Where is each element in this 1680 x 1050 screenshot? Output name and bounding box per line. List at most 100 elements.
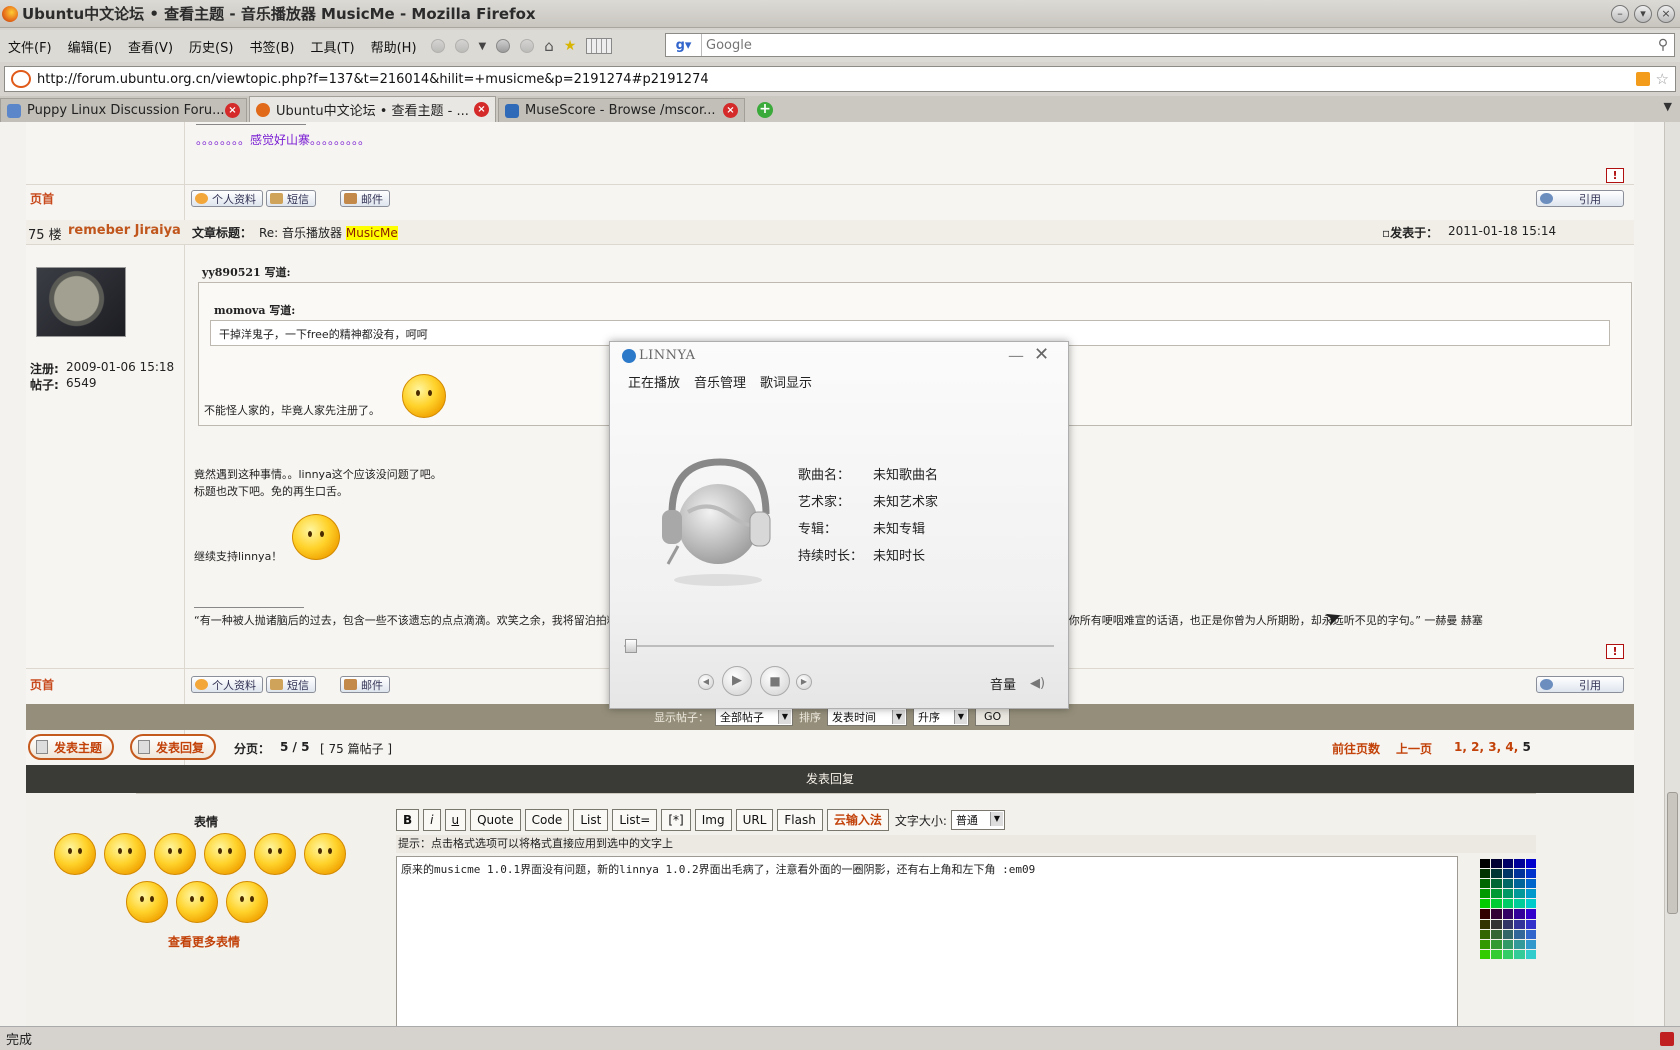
underline-button[interactable]: u bbox=[444, 809, 467, 831]
color-swatch[interactable] bbox=[1491, 939, 1502, 949]
close-icon[interactable]: × bbox=[1657, 5, 1675, 23]
color-swatch[interactable] bbox=[1480, 899, 1491, 909]
color-swatch[interactable] bbox=[1480, 869, 1491, 879]
color-swatch[interactable] bbox=[1491, 869, 1502, 879]
laugh-emoticon-icon[interactable] bbox=[204, 833, 246, 875]
color-swatch[interactable] bbox=[1514, 859, 1525, 869]
italic-button[interactable]: i bbox=[423, 809, 441, 831]
color-swatch[interactable] bbox=[1525, 919, 1536, 929]
color-swatch[interactable] bbox=[1491, 879, 1502, 889]
url-input[interactable] bbox=[31, 71, 1636, 87]
show-posts-select[interactable]: 全部帖子 ▼ bbox=[715, 708, 793, 726]
ordered-list-button[interactable]: List= bbox=[612, 809, 658, 831]
color-swatch[interactable] bbox=[1480, 919, 1491, 929]
menu-history[interactable]: 历史(S) bbox=[181, 37, 241, 56]
close-tab-icon[interactable]: × bbox=[225, 103, 240, 118]
quote-button[interactable]: 引用 bbox=[1536, 676, 1624, 693]
rss-icon[interactable] bbox=[1635, 72, 1650, 86]
color-swatch[interactable] bbox=[1491, 889, 1502, 899]
menu-view[interactable]: 查看(V) bbox=[120, 37, 181, 56]
menu-file[interactable]: 文件(F) bbox=[0, 37, 60, 56]
home-icon[interactable]: ⌂ bbox=[544, 37, 554, 55]
color-swatch[interactable] bbox=[1502, 939, 1514, 949]
shy-emoticon-icon[interactable] bbox=[176, 881, 218, 923]
email-button[interactable]: 邮件 bbox=[340, 676, 390, 693]
report-post-icon[interactable]: ! bbox=[1606, 168, 1624, 183]
color-swatch[interactable] bbox=[1525, 859, 1536, 869]
post-author[interactable]: remeber Jiraiya bbox=[68, 223, 181, 238]
order-select[interactable]: 升序 ▼ bbox=[913, 708, 969, 726]
dizzy-emoticon-icon[interactable] bbox=[226, 881, 268, 923]
avatar[interactable] bbox=[36, 267, 126, 337]
play-icon[interactable]: ▶ bbox=[722, 666, 752, 696]
color-swatch[interactable] bbox=[1502, 919, 1514, 929]
menu-tools[interactable]: 工具(T) bbox=[303, 37, 363, 56]
color-swatch[interactable] bbox=[1480, 949, 1491, 959]
smirk-emoticon-icon[interactable] bbox=[154, 833, 196, 875]
search-icon[interactable]: ⚲ bbox=[1652, 37, 1674, 53]
color-swatch[interactable] bbox=[1525, 939, 1536, 949]
tab-music-manager[interactable]: 音乐管理 bbox=[694, 372, 746, 391]
list-item-button[interactable]: [*] bbox=[661, 809, 691, 831]
tab-lyrics[interactable]: 歌词显示 bbox=[760, 372, 812, 391]
color-swatch[interactable] bbox=[1525, 899, 1536, 909]
search-input[interactable] bbox=[702, 35, 1652, 55]
color-swatch[interactable] bbox=[1502, 899, 1514, 909]
chevron-down-icon[interactable]: ▼ bbox=[479, 41, 487, 52]
scrollbar-thumb[interactable] bbox=[1667, 792, 1678, 914]
menu-bookmarks[interactable]: 书签(B) bbox=[241, 37, 302, 56]
font-size-select[interactable]: 普通 ▼ bbox=[950, 810, 1005, 830]
cry-emoticon-icon[interactable] bbox=[254, 833, 296, 875]
goto-page-link[interactable]: 前往页数 bbox=[1332, 740, 1380, 757]
close-tab-icon[interactable]: × bbox=[474, 102, 489, 117]
color-swatch[interactable] bbox=[1514, 949, 1525, 959]
tab-list-icon[interactable]: ▼ bbox=[1664, 100, 1672, 113]
color-swatch[interactable] bbox=[1514, 909, 1525, 919]
post-reply-button[interactable]: 发表回复 bbox=[130, 734, 217, 760]
list-button[interactable]: List bbox=[573, 809, 609, 831]
color-swatch[interactable] bbox=[1502, 949, 1514, 959]
code-button[interactable]: Code bbox=[524, 809, 570, 831]
maximize-icon[interactable]: ▾ bbox=[1634, 5, 1652, 23]
color-swatch[interactable] bbox=[1491, 899, 1502, 909]
color-swatch[interactable] bbox=[1514, 919, 1525, 929]
quote-format-button[interactable]: Quote bbox=[470, 809, 521, 831]
color-swatch[interactable] bbox=[1525, 949, 1536, 959]
flash-button[interactable]: Flash bbox=[777, 809, 823, 831]
minimize-icon[interactable]: – bbox=[1611, 5, 1629, 23]
tab-now-playing[interactable]: 正在播放 bbox=[628, 372, 680, 391]
color-swatch[interactable] bbox=[1502, 929, 1514, 939]
color-swatch[interactable] bbox=[1525, 909, 1536, 919]
page-link-3[interactable]: 3 bbox=[1488, 740, 1496, 754]
prev-page-link[interactable]: 上一页 bbox=[1396, 740, 1432, 757]
forward-icon[interactable] bbox=[454, 39, 469, 53]
player-close-icon[interactable]: ✕ bbox=[1034, 344, 1049, 365]
tab-ubuntu-forum[interactable]: Ubuntu中文论坛 • 查看主题 - ... × bbox=[249, 96, 496, 122]
bold-button[interactable]: B bbox=[396, 809, 420, 831]
smile-emoticon-icon[interactable] bbox=[54, 833, 96, 875]
profile-button[interactable]: 个人资料 bbox=[191, 190, 263, 207]
report-post-icon[interactable]: ! bbox=[1606, 644, 1624, 659]
color-swatch[interactable] bbox=[1502, 909, 1514, 919]
color-swatch[interactable] bbox=[1514, 889, 1525, 899]
grin-emoticon-icon[interactable] bbox=[126, 881, 168, 923]
google-engine-icon[interactable]: g▾ bbox=[666, 34, 702, 56]
color-swatch[interactable] bbox=[1480, 909, 1491, 919]
tongue-emoticon-icon[interactable] bbox=[104, 833, 146, 875]
vertical-scrollbar[interactable] bbox=[1664, 122, 1680, 1026]
quote-button[interactable]: 引用 bbox=[1536, 190, 1624, 207]
tab-puppy-linux[interactable]: Puppy Linux Discussion Foru... × bbox=[0, 98, 247, 122]
color-swatch[interactable] bbox=[1514, 939, 1525, 949]
close-tab-icon[interactable]: × bbox=[723, 103, 738, 118]
color-swatch[interactable] bbox=[1525, 879, 1536, 889]
color-palette[interactable] bbox=[1480, 859, 1536, 959]
bookmark-icon[interactable]: ☆ bbox=[1656, 70, 1669, 88]
color-swatch[interactable] bbox=[1514, 869, 1525, 879]
page-link-1[interactable]: 1 bbox=[1454, 740, 1462, 754]
color-swatch[interactable] bbox=[1525, 889, 1536, 899]
color-swatch[interactable] bbox=[1502, 889, 1514, 899]
reply-textarea[interactable]: 原来的musicme 1.0.1界面没有问题，新的linnya 1.0.2界面出… bbox=[396, 856, 1458, 1026]
color-swatch[interactable] bbox=[1491, 919, 1502, 929]
stop-icon[interactable]: ■ bbox=[760, 666, 790, 696]
profile-button[interactable]: 个人资料 bbox=[191, 676, 263, 693]
